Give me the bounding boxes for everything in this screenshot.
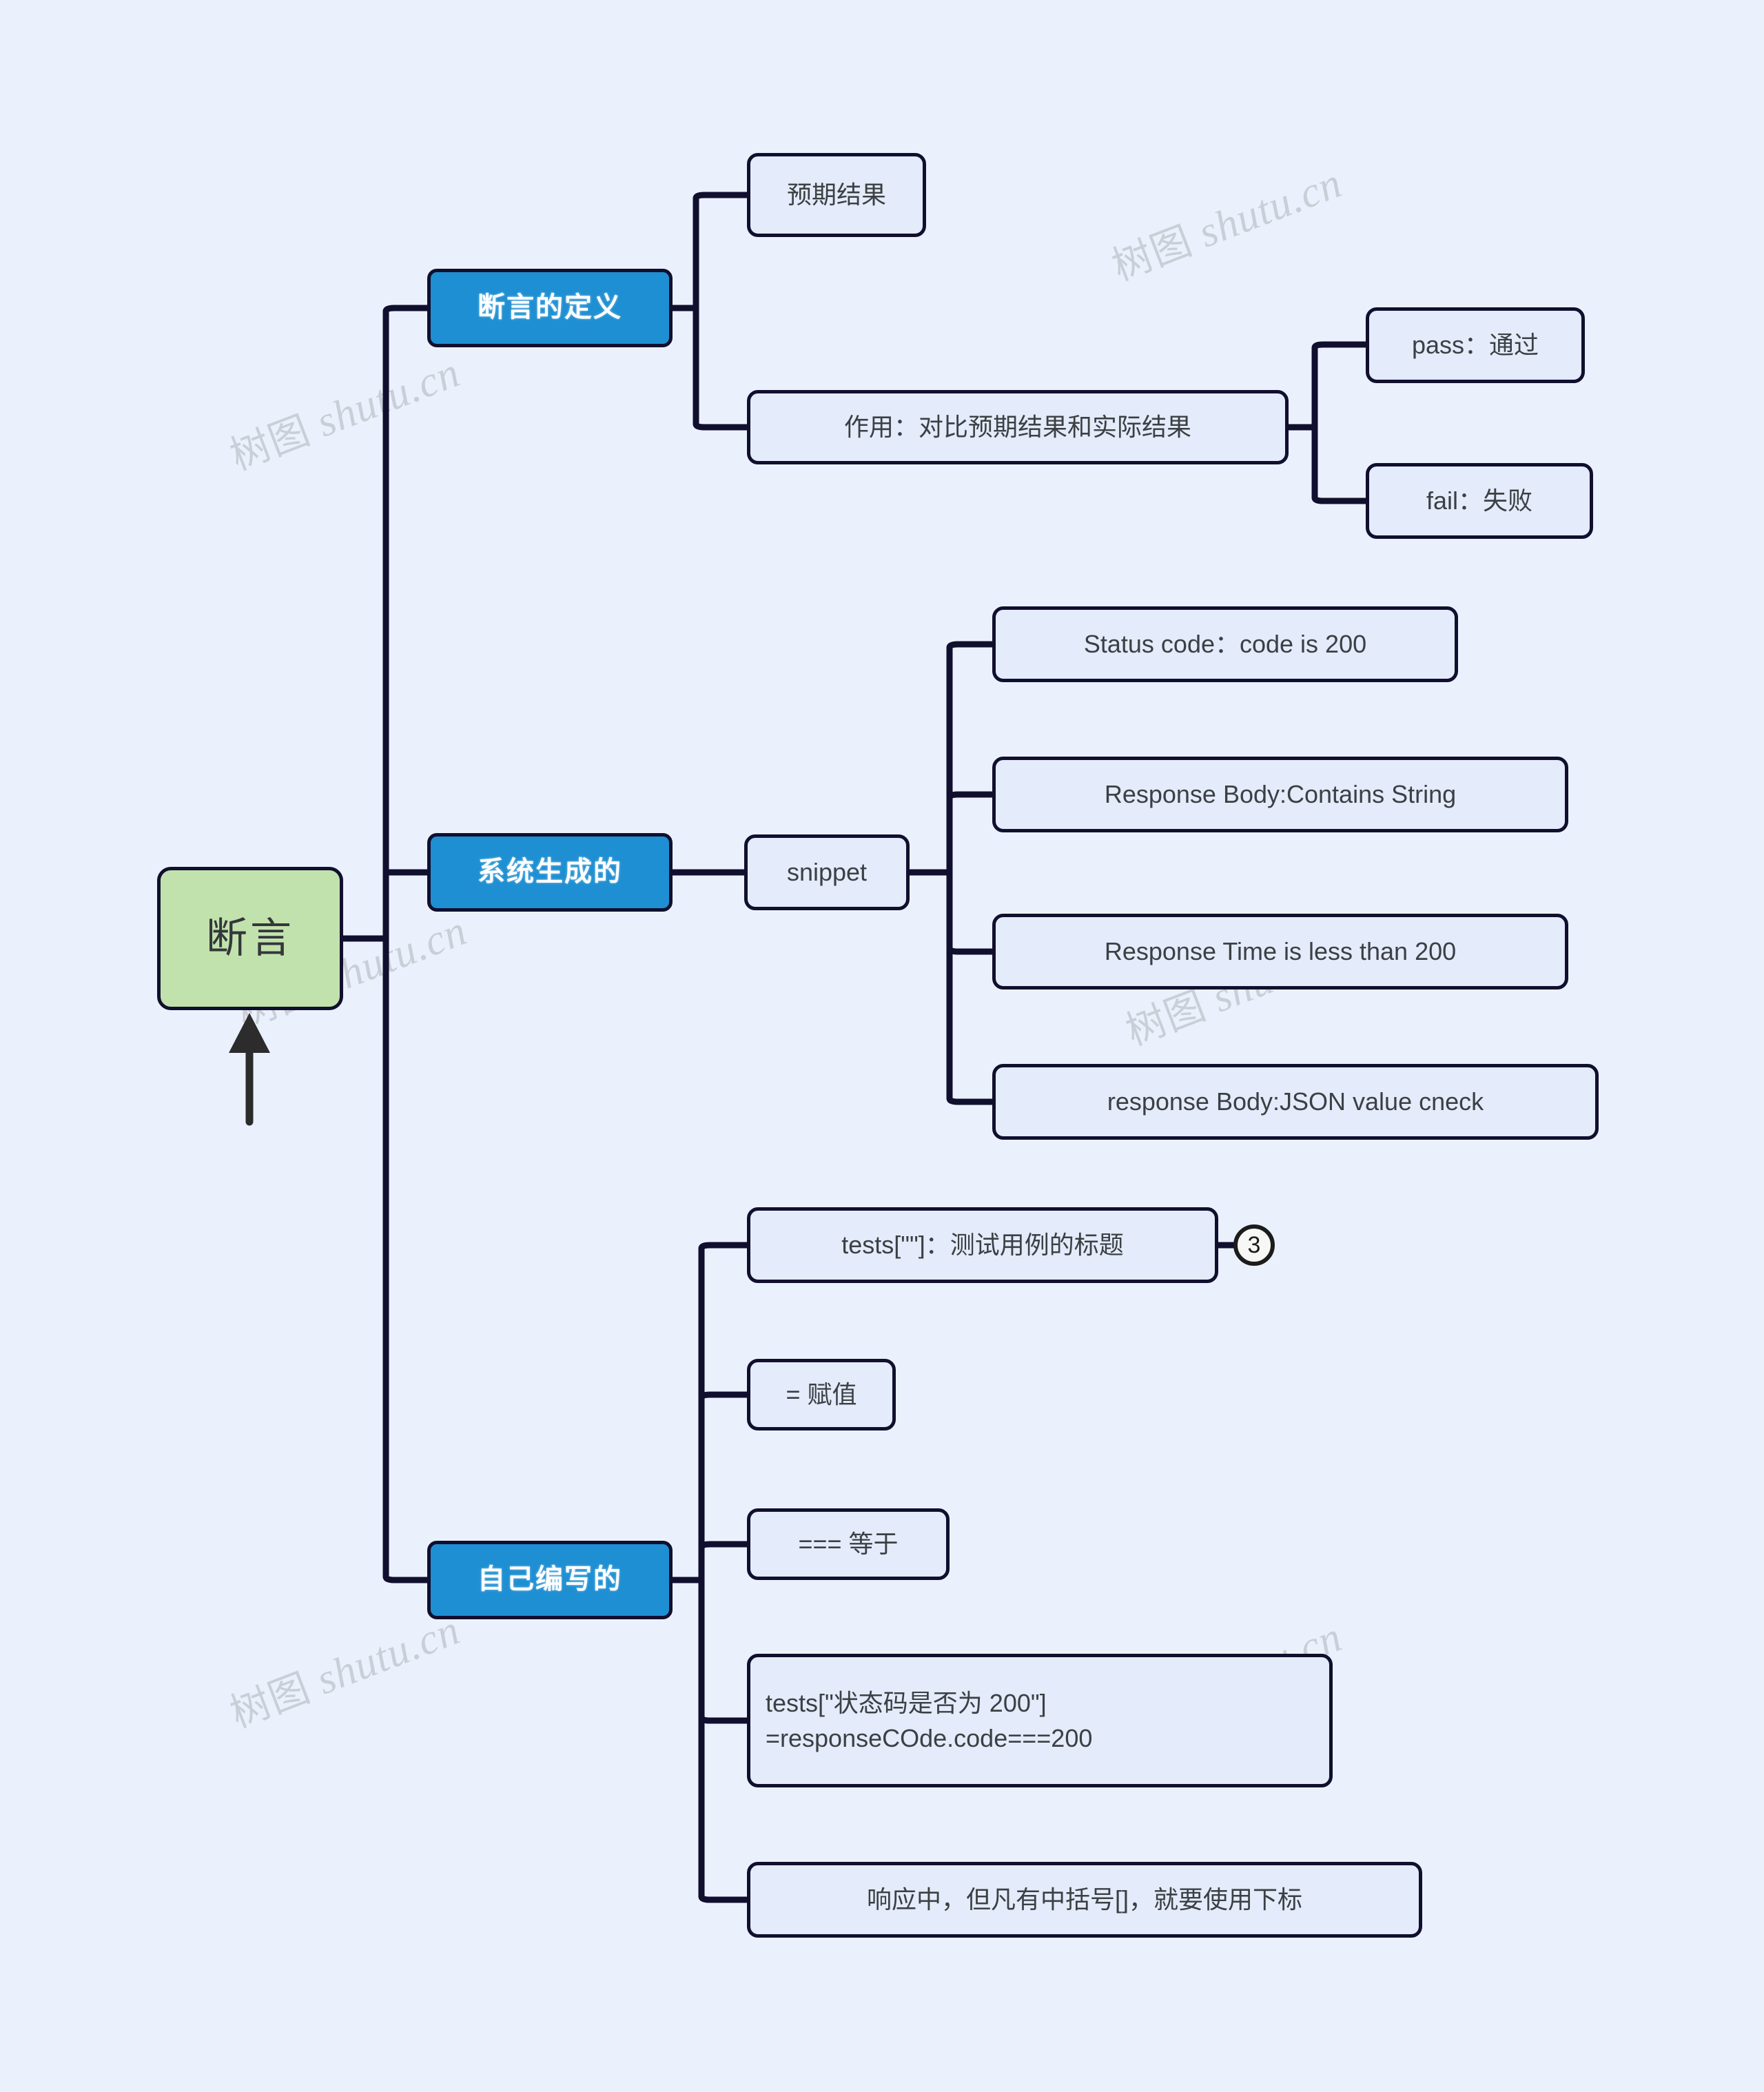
link-snippet-time [946, 945, 996, 955]
link-self-equal [698, 1541, 750, 1551]
watermark: 树图 shutu.cn [1102, 151, 1349, 291]
watermark-latin: shutu.cn [310, 349, 466, 447]
link-definition-expected [693, 192, 750, 202]
mindmap-canvas: 树图 shutu.cn 树图 shutu.cn 树图 shutu.cn 树图 s… [0, 0, 1764, 2092]
leaf-node-json-value[interactable]: response Body:JSON value cneck [992, 1064, 1599, 1140]
link-snippet-contains [946, 791, 996, 801]
link-spine-definition [382, 305, 431, 315]
leaf-node-response-time[interactable]: Response Time is less than 200 [992, 914, 1568, 989]
child-count-badge[interactable]: 3 [1233, 1224, 1275, 1266]
root-upward-arrow [229, 1013, 270, 1126]
watermark: 树图 shutu.cn [220, 1598, 467, 1739]
branch-node-self-written[interactable]: 自己编写的 [427, 1541, 673, 1619]
link-self-tests-title [698, 1242, 750, 1252]
leaf-node-bracket-note[interactable]: 响应中，但凡有中括号[]，就要使用下标 [747, 1862, 1422, 1938]
watermark-cjk: 树图 [1105, 216, 1199, 290]
link-self-assign [698, 1391, 750, 1402]
link-self-tests-status [698, 1714, 750, 1724]
branch-node-system-generated[interactable]: 系统生成的 [427, 833, 673, 912]
link-snippet-status [946, 641, 996, 651]
leaf-node-expected-result[interactable]: 预期结果 [747, 153, 926, 237]
leaf-node-strict-equal[interactable]: === 等于 [747, 1508, 950, 1580]
leaf-node-tests-status[interactable]: tests["状态码是否为 200"] =responseCOde.code==… [747, 1654, 1333, 1787]
leaf-node-fail[interactable]: fail：失败 [1366, 463, 1593, 539]
link-purpose-fail [1311, 494, 1369, 504]
leaf-node-contains-string[interactable]: Response Body:Contains String [992, 757, 1568, 832]
leaf-node-pass[interactable]: pass：通过 [1366, 307, 1585, 383]
leaf-node-assign[interactable]: = 赋值 [747, 1359, 896, 1430]
leaf-node-status-code[interactable]: Status code：code is 200 [992, 606, 1458, 682]
link-purpose-pass [1311, 341, 1369, 351]
watermark: 树图 shutu.cn [220, 340, 467, 481]
watermark-latin: shutu.cn [1192, 159, 1348, 257]
watermark-latin: shutu.cn [310, 1606, 466, 1704]
leaf-node-purpose[interactable]: 作用：对比预期结果和实际结果 [747, 390, 1289, 464]
watermark-cjk: 树图 [223, 1663, 317, 1737]
leaf-node-tests-title[interactable]: tests[""]：测试用例的标题 [747, 1207, 1218, 1283]
root-node[interactable]: 断言 [157, 867, 343, 1010]
link-definition-purpose [693, 420, 750, 431]
watermark-cjk: 树图 [1119, 981, 1213, 1055]
link-spine-self [382, 1573, 431, 1583]
link-snippet-json [946, 1095, 996, 1105]
branch-node-definition[interactable]: 断言的定义 [427, 269, 673, 347]
link-self-bracket [698, 1893, 750, 1903]
leaf-node-snippet[interactable]: snippet [744, 834, 910, 910]
watermark-cjk: 树图 [223, 406, 317, 480]
